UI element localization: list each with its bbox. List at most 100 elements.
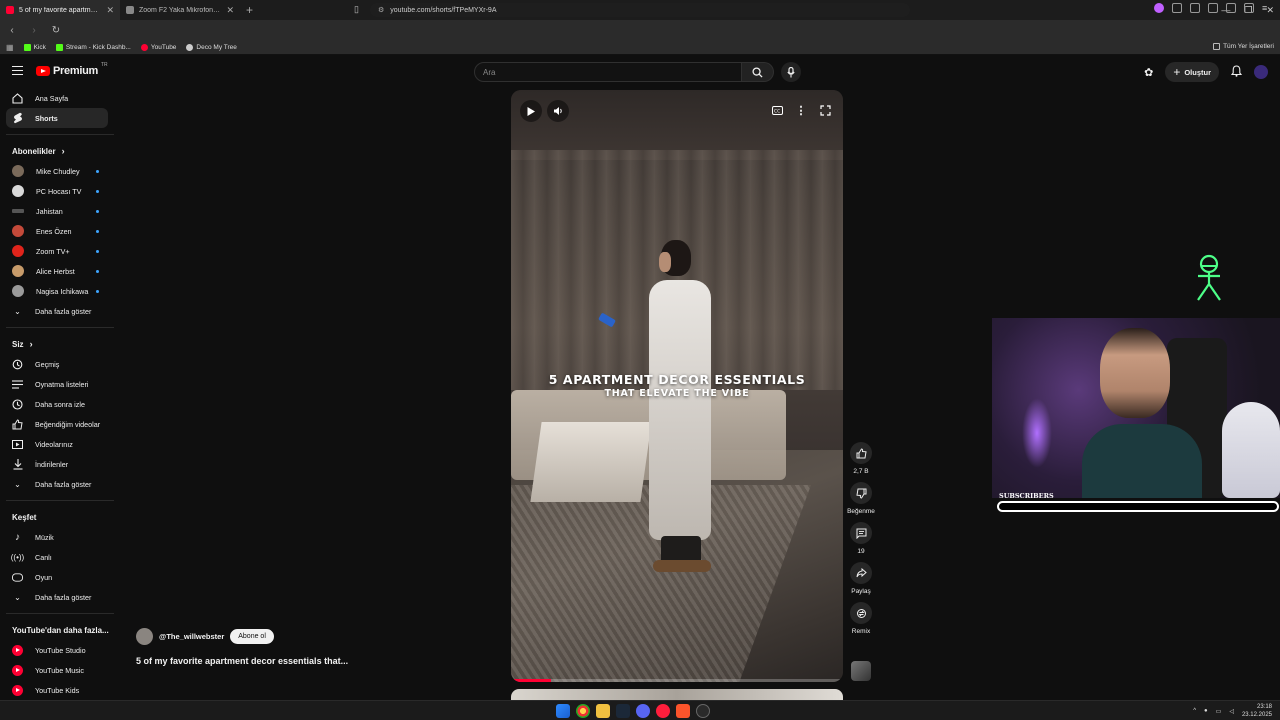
download-icon	[12, 458, 23, 470]
subscribe-button[interactable]: Abone ol	[230, 629, 274, 644]
sidebar-item-home[interactable]: Ana Sayfa	[0, 88, 114, 108]
new-tab-button[interactable]: +	[240, 3, 259, 17]
channel-avatar[interactable]	[136, 628, 153, 645]
video-icon	[12, 439, 23, 450]
gear-icon[interactable]: ✿	[1144, 66, 1153, 79]
chevron-up-icon[interactable]: ^	[1193, 708, 1196, 714]
bookmark-icon[interactable]: ▯	[354, 4, 359, 15]
forward-icon[interactable]: ›	[28, 25, 40, 36]
back-icon[interactable]: ‹	[6, 25, 18, 36]
sidebar-item-youtube-kids[interactable]: YouTube Kids	[0, 680, 114, 700]
show-more-subscriptions[interactable]: ⌄ Daha fazla göster	[0, 301, 114, 321]
dislike-button[interactable]	[850, 482, 872, 504]
like-count: 2,7 B	[853, 468, 869, 475]
share-button[interactable]	[850, 562, 872, 584]
reload-icon[interactable]: ↻	[50, 25, 62, 36]
channel-name[interactable]: @The_willwebster	[159, 632, 224, 641]
bookmark-kick-dashboard[interactable]: Stream - Kick Dashb...	[55, 43, 131, 51]
video-title[interactable]: 5 of my favorite apartment decor essenti…	[136, 656, 348, 666]
tab-active[interactable]: 5 of my favorite apartment decor ✕	[0, 0, 120, 20]
steam-icon[interactable]	[616, 704, 630, 718]
more-options-button[interactable]: ⋮	[791, 100, 811, 120]
play-button[interactable]	[520, 100, 542, 122]
microphone-icon[interactable]: ●	[1204, 708, 1208, 714]
bookmark-youtube[interactable]: YouTube	[140, 43, 176, 51]
sidebar-item-youtube-music[interactable]: YouTube Music	[0, 660, 114, 680]
sidebar-item-subscription[interactable]: Enes Özen	[0, 221, 114, 241]
sidebar-item-your-videos[interactable]: Videolarınız	[0, 434, 114, 454]
sidebar-item-subscription[interactable]: PC Hocası TV	[0, 181, 114, 201]
discord-icon[interactable]	[636, 704, 650, 718]
avatar[interactable]	[1254, 65, 1268, 79]
chevron-right-icon: ›	[29, 339, 33, 349]
sidebar-item-subscription[interactable]: Jahistan	[0, 201, 114, 221]
clock[interactable]: 23:18 23.12.2025	[1242, 703, 1272, 719]
sidebar-item-subscription[interactable]: Zoom TV+	[0, 241, 114, 261]
comment-button[interactable]	[850, 522, 872, 544]
captions-button[interactable]: CC	[767, 100, 787, 120]
extension-icon[interactable]	[1244, 3, 1254, 13]
network-icon[interactable]: ▭	[1216, 708, 1222, 715]
sidebar-item-subscription[interactable]: Mike Chudley	[0, 161, 114, 181]
opera-icon[interactable]	[656, 704, 670, 718]
sidebar-item-history[interactable]: Geçmiş	[0, 354, 114, 374]
extension-icon[interactable]	[1172, 3, 1182, 13]
search-button[interactable]	[742, 62, 774, 82]
tab-inactive[interactable]: Zoom F2 Yaka Mikrofonu ve Ses Kay... ✕	[120, 0, 240, 20]
extension-icon[interactable]	[1190, 3, 1200, 13]
create-button[interactable]: + Oluştur	[1165, 62, 1219, 82]
extension-icon[interactable]	[1208, 3, 1218, 13]
subscribers-label: SUBSCRIBERS	[999, 492, 1054, 500]
fullscreen-button[interactable]	[815, 100, 835, 120]
close-icon[interactable]: ✕	[106, 5, 114, 16]
new-content-dot	[96, 249, 99, 253]
address-bar[interactable]: ⚙ youtube.com/shorts/fTPeMYXr-9A	[370, 3, 910, 17]
sidebar-item-liked-videos[interactable]: Beğendiğim videolar	[0, 414, 114, 434]
shorts-video-player[interactable]: 5 APARTMENT DECOR ESSENTIALS THAT ELEVAT…	[511, 90, 843, 682]
site-info-icon[interactable]: ⚙	[378, 6, 384, 14]
sidebar-item-playlists[interactable]: Oynatma listeleri	[0, 374, 114, 394]
sidebar-item-subscription[interactable]: Alice Herbst	[0, 261, 114, 281]
show-more-explore[interactable]: ⌄ Daha fazla göster	[0, 587, 114, 607]
sidebar-item-downloads[interactable]: İndirilenler	[0, 454, 114, 474]
close-icon[interactable]: ✕	[226, 5, 234, 16]
bookmark-deco-my-tree[interactable]: Deco My Tree	[186, 43, 237, 51]
sidebar-item-gaming[interactable]: Oyun	[0, 567, 114, 587]
search-input[interactable]: Ara	[474, 62, 742, 82]
sound-thumbnail[interactable]	[851, 661, 871, 681]
chrome-icon[interactable]	[576, 704, 590, 718]
remix-button[interactable]	[850, 602, 872, 624]
sidebar-item-music[interactable]: ♪ Müzik	[0, 527, 114, 547]
you-heading[interactable]: Siz ›	[0, 334, 120, 354]
file-explorer-icon[interactable]	[596, 704, 610, 718]
divider	[6, 327, 114, 328]
tab-title: Zoom F2 Yaka Mikrofonu ve Ses Kay...	[139, 6, 221, 14]
video-progress-bar[interactable]	[511, 679, 843, 682]
show-more-you[interactable]: ⌄ Daha fazla göster	[0, 474, 114, 494]
all-bookmarks[interactable]: Tüm Yer İşaretleri	[1213, 43, 1274, 50]
volume-icon[interactable]: ◁	[1229, 708, 1234, 715]
next-short-preview[interactable]	[511, 689, 843, 700]
windows-start-icon[interactable]	[556, 704, 570, 718]
youtube-premium-logo[interactable]: Premium TR	[36, 62, 108, 77]
bookmark-kick[interactable]: Kick	[23, 43, 46, 51]
sidebar-item-live[interactable]: ((•)) Canlı	[0, 547, 114, 567]
sidebar-item-shorts[interactable]: Shorts	[6, 108, 108, 128]
menu-icon[interactable]: ≡	[1262, 3, 1272, 13]
subscriptions-heading[interactable]: Abonelikler ›	[0, 141, 120, 161]
obs-icon[interactable]	[696, 704, 710, 718]
volume-button[interactable]	[547, 100, 569, 122]
chevron-down-icon: ⌄	[14, 592, 21, 602]
apps-icon[interactable]: ▦	[6, 43, 14, 52]
sidebar-item-watch-later[interactable]: Daha sonra izle	[0, 394, 114, 414]
extension-icon[interactable]	[1154, 3, 1164, 13]
notifications-bell-icon[interactable]	[1230, 64, 1243, 80]
voice-search-button[interactable]	[781, 62, 801, 82]
hamburger-menu-icon[interactable]	[12, 66, 23, 75]
browser-nav-bar: ‹ › ↻	[0, 20, 1280, 40]
sidebar-item-youtube-studio[interactable]: YouTube Studio	[0, 640, 114, 660]
like-button[interactable]	[850, 442, 872, 464]
brave-icon[interactable]	[676, 704, 690, 718]
extension-icon[interactable]	[1226, 3, 1236, 13]
sidebar-item-subscription[interactable]: Nagisa Ichikawa	[0, 281, 114, 301]
